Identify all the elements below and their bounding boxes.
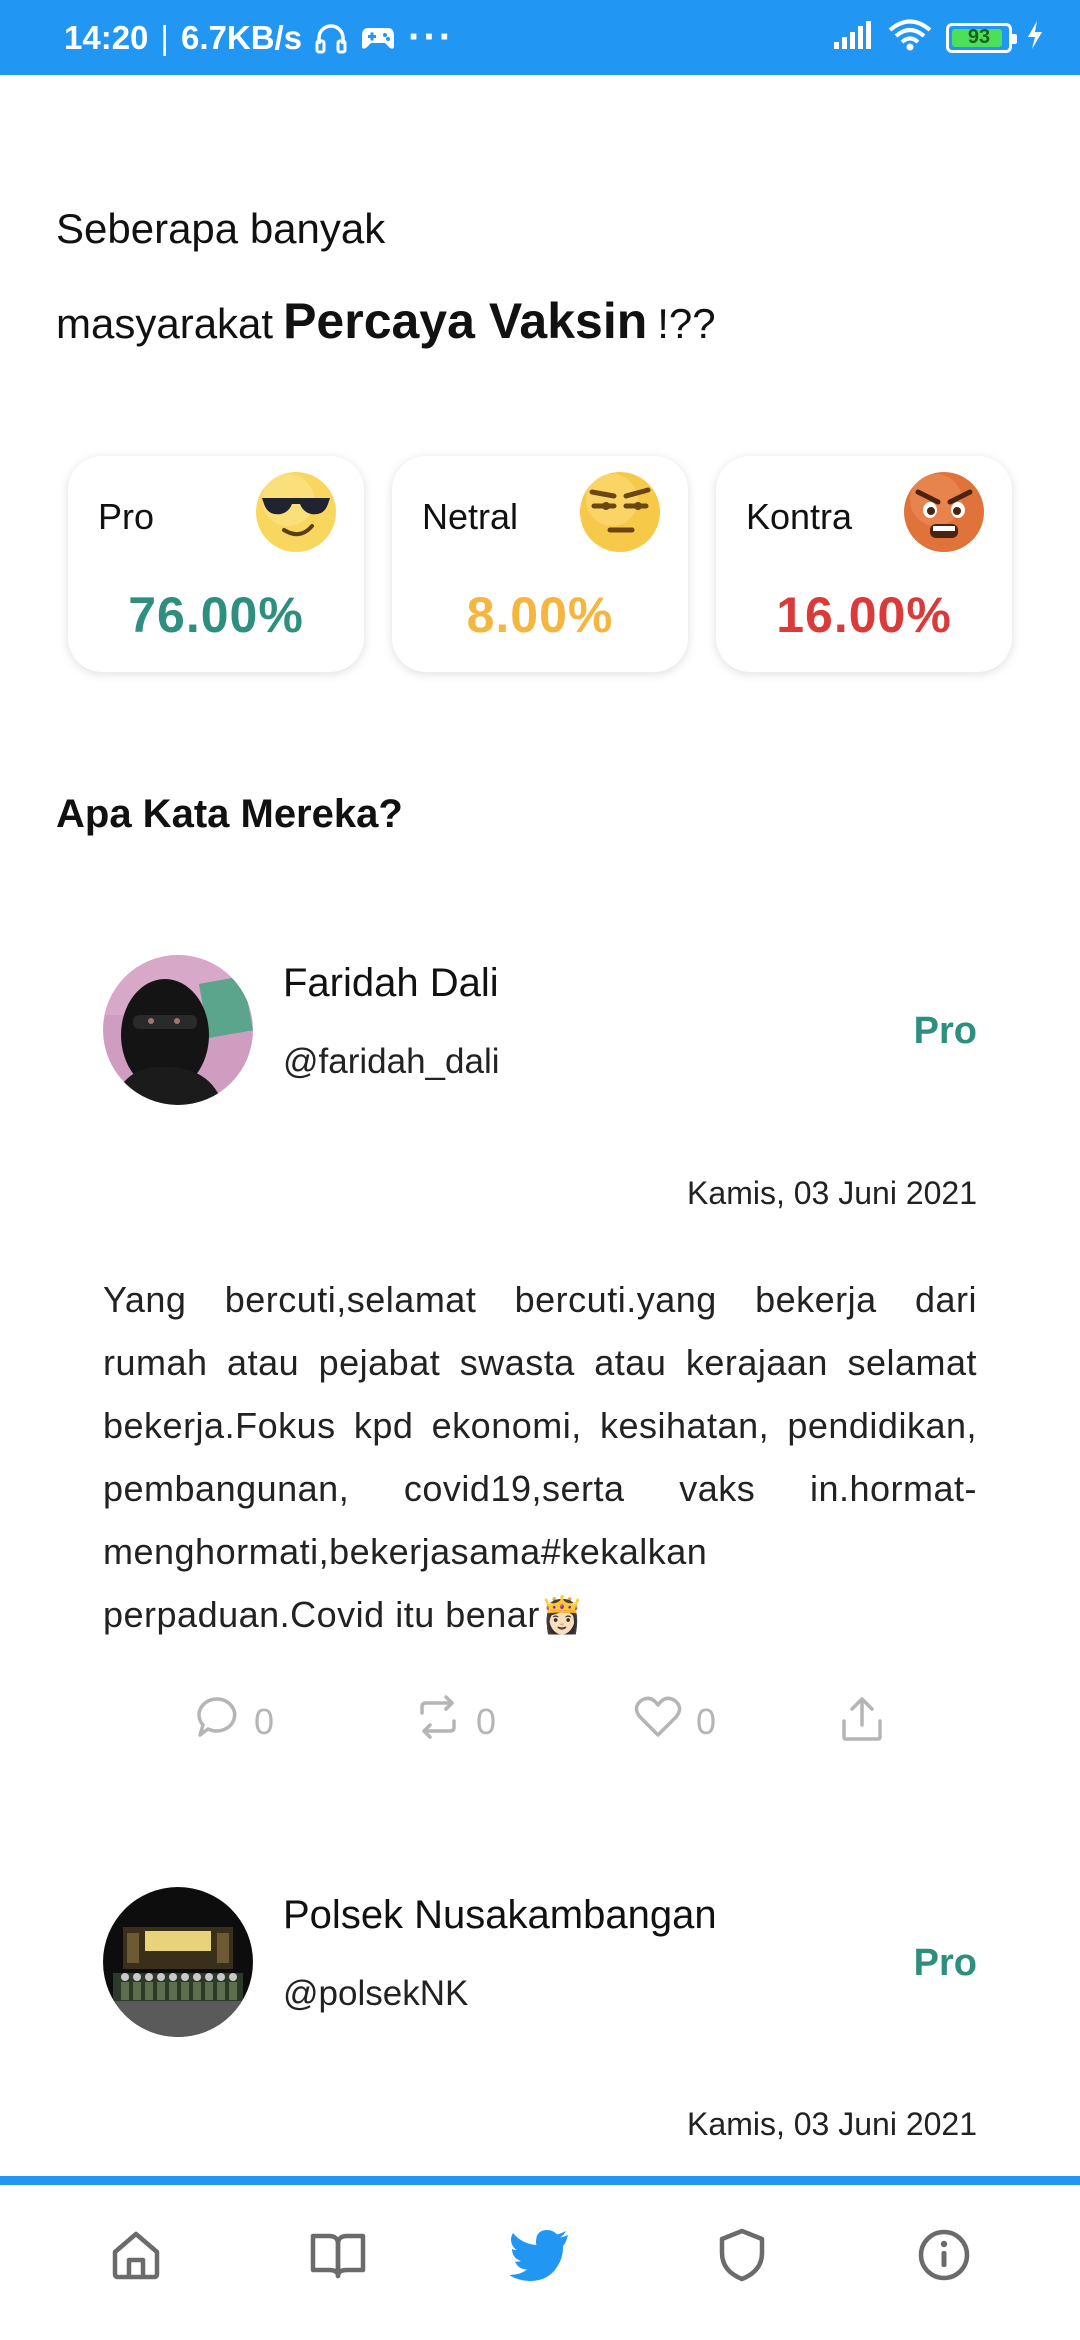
headline-line-2: masyarakat Percaya Vaksin !??: [56, 292, 716, 350]
headphones-icon: [314, 22, 348, 54]
headline-emphasis: Percaya Vaksin: [283, 293, 648, 349]
signal-icon: [832, 20, 874, 55]
avatar-polsek-nusakambangan[interactable]: [103, 1887, 253, 2037]
post-actions: 0 0 0: [0, 1695, 1080, 1755]
twitter-bird-icon[interactable]: [510, 2225, 570, 2285]
stat-label: Netral: [422, 496, 519, 537]
status-separator: |: [160, 18, 169, 56]
headline-suffix: !??: [657, 300, 716, 347]
bottom-navigation: [0, 2176, 1080, 2340]
share-button[interactable]: [840, 1695, 884, 1752]
status-time: 14:20: [64, 18, 149, 56]
post-author-name[interactable]: Polsek Nusakambangan: [283, 1893, 717, 1938]
reply-button[interactable]: 0: [196, 1695, 274, 1748]
share-icon: [840, 1695, 884, 1752]
info-icon[interactable]: [914, 2225, 974, 2285]
post-author-name[interactable]: Faridah Dali: [283, 961, 499, 1006]
heart-icon: [634, 1695, 682, 1748]
wifi-icon: [888, 19, 932, 56]
like-count: 0: [696, 1700, 717, 1742]
stat-value: 16.00%: [776, 587, 952, 643]
post-date: Kamis, 03 Juni 2021: [687, 1175, 977, 1211]
charging-icon: [1026, 20, 1044, 55]
shield-icon[interactable]: [712, 2225, 772, 2285]
post-stance-badge: Pro: [913, 1942, 977, 1984]
stat-card-netral: Netral 8.00%: [392, 456, 688, 672]
avatar-faridah-dali[interactable]: [103, 955, 253, 1105]
more-notifications-icon: ···: [408, 15, 455, 59]
stat-label: Pro: [98, 496, 155, 537]
battery-icon: 93: [946, 22, 1017, 53]
battery-percentage: 93: [967, 26, 991, 48]
stat-card-pro: Pro 76.00%: [68, 456, 364, 672]
status-bar: 14:20 | 6.7KB/s ··· 93: [0, 0, 1080, 75]
retweet-count: 0: [476, 1700, 497, 1742]
post-stance-badge: Pro: [913, 1010, 977, 1052]
angry-face-emoji-icon: [902, 470, 986, 554]
post-author-handle[interactable]: @polsekNK: [283, 1974, 468, 2014]
book-icon[interactable]: [308, 2225, 368, 2285]
section-title: Apa Kata Mereka?: [56, 792, 403, 836]
game-controller-icon: [360, 24, 396, 52]
post-date: Kamis, 03 Juni 2021: [687, 2106, 977, 2142]
stat-value: 8.00%: [466, 587, 614, 643]
cool-sunglasses-emoji-icon: [254, 470, 338, 554]
reply-count: 0: [254, 1700, 275, 1742]
home-icon[interactable]: [106, 2225, 166, 2285]
network-speed: 6.7KB/s: [180, 18, 303, 56]
post-author-handle[interactable]: @faridah_dali: [283, 1042, 500, 1082]
retweet-icon: [414, 1695, 462, 1748]
post-text: Yang bercuti,selamat bercuti.yang bekerj…: [103, 1279, 977, 1635]
comment-icon: [196, 1695, 240, 1748]
headline-line-1: Seberapa banyak: [56, 205, 386, 252]
skeptical-face-emoji-icon: [578, 470, 662, 554]
stat-card-kontra: Kontra 16.00%: [716, 456, 1012, 672]
retweet-button[interactable]: 0: [414, 1695, 496, 1748]
stat-label: Kontra: [746, 496, 853, 537]
headline-prefix: masyarakat: [56, 300, 274, 347]
stat-value: 76.00%: [128, 587, 304, 643]
like-button[interactable]: 0: [634, 1695, 716, 1748]
